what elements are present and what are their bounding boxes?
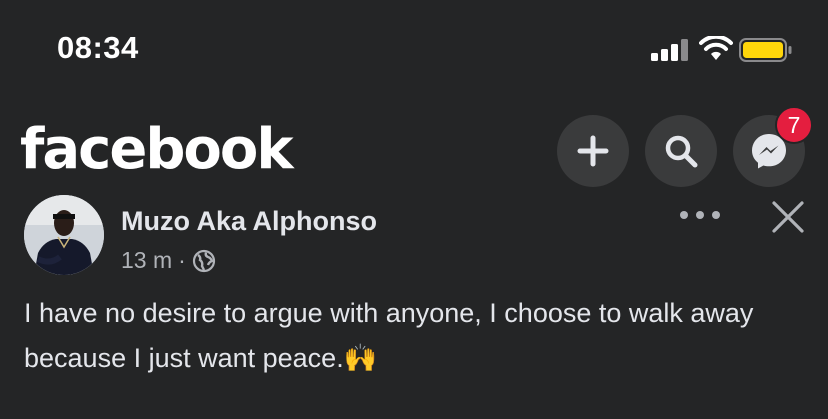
- post-header: Muzo Aka Alphonso 13 m ·: [0, 195, 828, 285]
- search-icon: [665, 135, 698, 168]
- notification-badge: 7: [775, 106, 813, 144]
- globe-icon: [192, 249, 215, 272]
- status-bar: 08:34: [0, 0, 828, 100]
- meta-separator: ·: [178, 247, 186, 273]
- messenger-button[interactable]: 7: [733, 106, 813, 187]
- signal-icon: [651, 39, 688, 61]
- more-icon: [680, 211, 688, 219]
- top-header: facebook 7: [0, 100, 828, 195]
- post-time[interactable]: 13 m: [121, 247, 172, 274]
- battery-icon: [739, 38, 792, 62]
- facebook-logo[interactable]: facebook: [20, 117, 294, 182]
- status-time: 08:34: [57, 30, 139, 65]
- close-icon[interactable]: [770, 199, 806, 235]
- search-button[interactable]: [645, 115, 717, 187]
- post-meta: 13 m ·: [121, 247, 216, 274]
- avatar-photo: [24, 195, 104, 275]
- create-button[interactable]: [557, 115, 629, 187]
- plus-icon: [577, 135, 609, 167]
- more-options-button[interactable]: [680, 205, 720, 225]
- wifi-icon: [699, 36, 733, 60]
- post-author[interactable]: Muzo Aka Alphonso: [121, 206, 377, 237]
- post-text: I have no desire to argue with anyone, I…: [24, 298, 754, 373]
- avatar[interactable]: [24, 195, 104, 275]
